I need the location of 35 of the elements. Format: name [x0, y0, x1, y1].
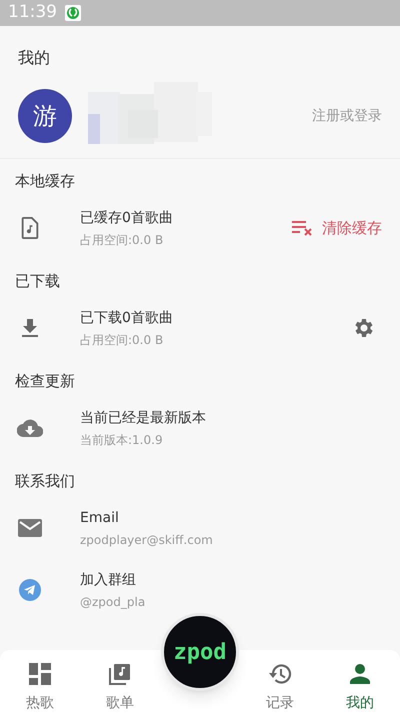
person-icon[interactable]	[349, 662, 371, 684]
grid-icon[interactable]	[29, 662, 51, 684]
avatar[interactable]: 游	[18, 89, 72, 143]
mail-icon	[18, 519, 42, 537]
section-title: 本地缓存	[15, 172, 75, 190]
nav-tab[interactable]: 热歌	[0, 662, 80, 714]
item-title: 已缓存0首歌曲	[80, 208, 174, 228]
item-subtitle: @zpod_pla	[80, 594, 146, 610]
item-subtitle: zpodplayer@skiff.com	[80, 532, 214, 548]
download-icon	[21, 318, 39, 338]
item-subtitle: 当前版本:1.0.9	[80, 432, 164, 448]
section-title: 联系我们	[15, 472, 75, 490]
item-subtitle: 占用空间:0.0 B	[80, 332, 164, 348]
music-album-icon[interactable]	[109, 662, 131, 684]
item-title: 已下载0首歌曲	[80, 308, 174, 328]
player-button[interactable]: zpod	[161, 613, 239, 691]
item-title: 加入群组	[80, 570, 137, 590]
nav-tab[interactable]: 记录	[240, 662, 320, 714]
section-title: 已下载	[15, 272, 60, 290]
paper-plane-icon	[19, 579, 41, 601]
history-icon[interactable]	[268, 662, 292, 684]
music-file-icon	[20, 217, 40, 239]
page-title: 我的	[18, 48, 50, 67]
nav-tab[interactable]: 我的	[320, 662, 400, 714]
nav-tab[interactable]: 歌单	[80, 662, 160, 714]
clear-cache-button[interactable]: 清除缓存	[292, 216, 382, 240]
clear-list-icon	[292, 220, 314, 236]
item-title: 当前已经是最新版本	[80, 408, 207, 428]
clock: 11:39	[8, 1, 57, 24]
section-title: 检查更新	[15, 372, 75, 390]
cloud-download-icon	[17, 419, 43, 437]
item-subtitle: 占用空间:0.0 B	[80, 232, 164, 248]
notification-icon	[65, 5, 81, 21]
register-login-link[interactable]: 注册或登录	[312, 106, 382, 126]
item-title: Email	[80, 508, 120, 528]
